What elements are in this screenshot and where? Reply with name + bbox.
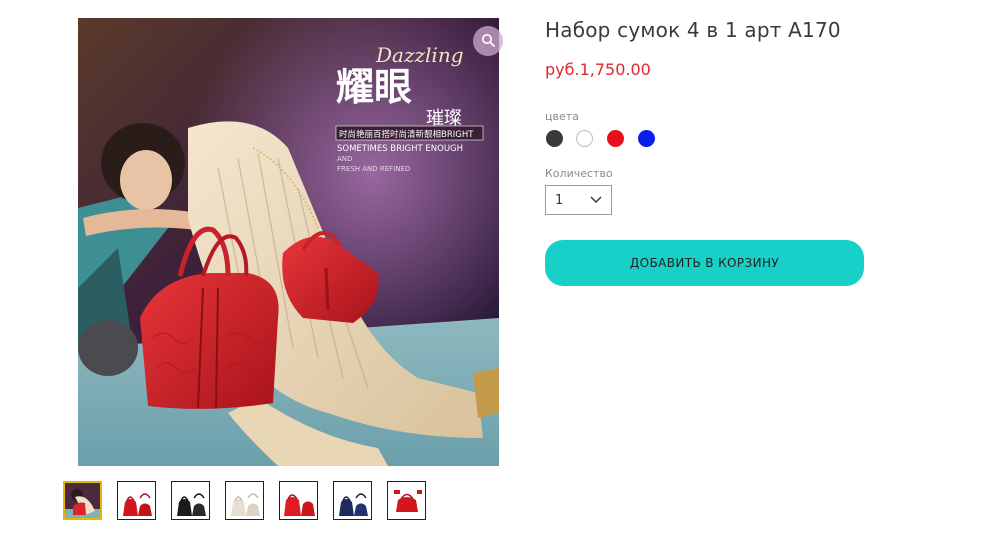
color-swatch-white[interactable] <box>576 130 593 147</box>
thumbnail-red-bag-set[interactable] <box>117 481 156 520</box>
color-swatch-black[interactable] <box>546 130 563 147</box>
overlay-script-text: Dazzling <box>375 43 464 67</box>
chevron-down-icon <box>590 193 602 208</box>
magnifier-icon <box>481 32 495 51</box>
product-title: Набор сумок 4 в 1 арт А170 <box>545 18 841 42</box>
overlay-line1: SOMETIMES BRIGHT ENOUGH <box>337 144 463 154</box>
overlay-line3: FRESH AND REFINED <box>337 165 410 173</box>
quantity-value: 1 <box>555 192 564 208</box>
main-product-image[interactable]: Dazzling 耀眼 璀璨 时尚艳丽百搭时尚清新靓相BRIGHT SOMETI… <box>78 18 499 466</box>
color-label: цвета <box>545 110 579 123</box>
thumbnail-black-bag-set[interactable] <box>171 481 210 520</box>
thumbnail-model-red-bags[interactable] <box>63 481 102 520</box>
overlay-cjk-headline: 耀眼 <box>336 65 412 109</box>
overlay-cjk-tagline: 时尚艳丽百搭时尚清新靓相BRIGHT <box>339 129 474 140</box>
quantity-select[interactable]: 1 <box>545 185 612 215</box>
product-price: руб.1,750.00 <box>545 60 651 79</box>
add-to-cart-button[interactable]: ДОБАВИТЬ В КОРЗИНУ <box>545 240 864 286</box>
overlay-line2: AND <box>337 155 352 163</box>
quantity-label: Количество <box>545 167 613 180</box>
thumbnail-beige-bag-set[interactable] <box>225 481 264 520</box>
thumbnail-red-bag-detail[interactable] <box>387 481 426 520</box>
color-swatch-red[interactable] <box>607 130 624 147</box>
thumbnail-red-bag-set-2[interactable] <box>279 481 318 520</box>
color-swatch-blue[interactable] <box>638 130 655 147</box>
thumbnail-navy-bag-set[interactable] <box>333 481 372 520</box>
zoom-button[interactable] <box>473 26 503 56</box>
